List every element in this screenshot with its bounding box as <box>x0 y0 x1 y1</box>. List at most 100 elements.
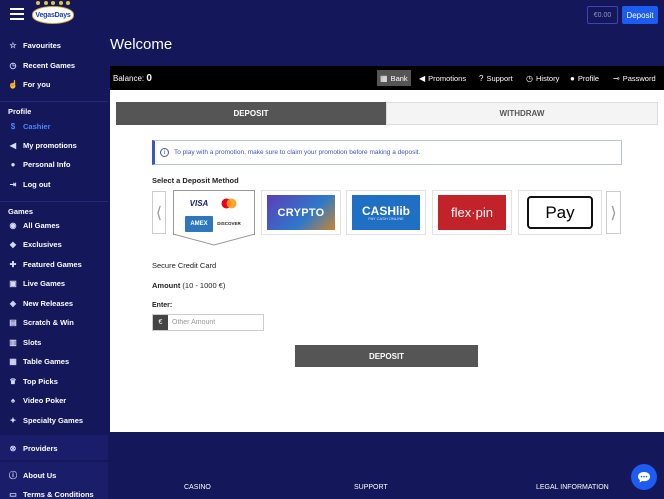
nav-history[interactable]: ◷ History <box>523 70 562 86</box>
deposit-submit-button[interactable]: DEPOSIT <box>295 345 478 367</box>
sidebar-item-label: New Releases <box>23 298 74 308</box>
user-icon: ● <box>10 159 16 169</box>
crypto-logo: CRYPTO <box>267 195 335 230</box>
site-logo[interactable]: VegasDays <box>32 1 74 25</box>
sidebar-item-scratch-win[interactable]: ▤ Scratch & Win <box>0 313 108 331</box>
sidebar-item-label: Specialty Games <box>23 415 84 425</box>
sidebar-item-label: My promotions <box>23 140 77 150</box>
logo-text: VegasDays <box>35 11 71 19</box>
sidebar-item-terms[interactable]: ▭ Terms & Conditions <box>0 485 108 499</box>
scratch-icon: ▤ <box>9 317 17 327</box>
sidebar-item-video-poker[interactable]: ♠ Video Poker <box>0 391 108 409</box>
nav-label: History <box>535 73 560 83</box>
info-icon: i <box>160 148 169 157</box>
header-deposit-button[interactable]: Deposit <box>622 6 658 24</box>
sidebar-item-cashier[interactable]: $ Cashier <box>0 117 108 135</box>
nav-profile[interactable]: ● Profile <box>567 70 602 86</box>
sidebar-item-label: Top Picks <box>23 376 58 386</box>
selected-method-pointer <box>173 234 255 246</box>
nav-support[interactable]: ? Support <box>476 70 516 86</box>
dollar-icon: $ <box>10 121 16 131</box>
sidebar-item-exclusives[interactable]: ◆ Exclusives <box>0 235 108 253</box>
puzzle-icon: ✚ <box>9 259 17 269</box>
sidebar-item-top-picks[interactable]: ♛ Top Picks <box>0 372 108 390</box>
header-balance-pill[interactable]: €0.00 <box>587 6 618 24</box>
specialty-icon: ✦ <box>9 415 17 425</box>
sidebar-item-live-games[interactable]: ▣ Live Games <box>0 274 108 292</box>
sidebar-item-label: Terms & Conditions <box>23 489 94 499</box>
sidebar-item-label: Live Games <box>23 278 66 288</box>
method-flexepin[interactable]: flex·pin <box>432 190 512 235</box>
method-crypto[interactable]: CRYPTO <box>261 190 341 235</box>
sidebar-heading-profile: Profile <box>8 107 32 116</box>
megaphone-icon: ◀ <box>9 140 17 150</box>
document-icon: ▭ <box>9 489 17 499</box>
chevron-right-icon: ⟩ <box>610 204 617 222</box>
table-icon: ▦ <box>9 356 17 366</box>
sidebar-item-favourites[interactable]: ☆ Favourites <box>0 36 108 54</box>
method-credit-card[interactable]: VISA AMEX DISCOVER <box>173 190 255 235</box>
currency-symbol: € <box>153 315 168 330</box>
sidebar-item-label: Scratch & Win <box>23 317 74 327</box>
history-icon: ◷ <box>526 73 533 83</box>
deposit-method-title: Select a Deposit Method <box>152 176 239 185</box>
discover-logo: DISCOVER <box>215 216 243 232</box>
method-apple-pay[interactable]: Pay <box>518 190 602 235</box>
apple-pay-logo: Pay <box>527 196 593 229</box>
question-icon: ? <box>479 73 484 83</box>
sidebar-item-label: For you <box>23 79 51 89</box>
apple-pay-text: Pay <box>545 202 575 222</box>
hamburger-menu-icon[interactable] <box>10 8 24 20</box>
method-cashlib[interactable]: CASHlib PAY CASH ONLINE <box>346 190 426 235</box>
poker-icon: ♠ <box>10 395 16 405</box>
sidebar-item-about-us[interactable]: ⓘ About Us <box>0 466 108 484</box>
sidebar-item-my-promotions[interactable]: ◀ My promotions <box>0 136 108 154</box>
sidebar-item-slots[interactable]: ▥ Slots <box>0 333 108 351</box>
sidebar-item-label: Video Poker <box>23 395 67 405</box>
sidebar-item-label: Slots <box>23 337 42 347</box>
tab-deposit[interactable]: DEPOSIT <box>116 102 386 125</box>
amount-label-text: Amount <box>152 281 181 290</box>
sidebar-item-recent-games[interactable]: ◷ Recent Games <box>0 56 108 74</box>
page-title: Welcome <box>110 36 173 53</box>
sidebar-item-featured-games[interactable]: ✚ Featured Games <box>0 255 108 273</box>
sidebar-item-providers[interactable]: ⊗ Providers <box>0 439 108 457</box>
sidebar-item-label: Favourites <box>23 40 61 50</box>
top-bar: VegasDays €0.00 Deposit <box>0 0 664 31</box>
tab-withdraw[interactable]: WITHDRAW <box>386 102 658 125</box>
sidebar-divider <box>0 201 108 202</box>
enter-label: Enter: <box>152 302 173 309</box>
sidebar-item-for-you[interactable]: ☝ For you <box>0 75 108 93</box>
footer-support[interactable]: SUPPORT <box>354 484 388 491</box>
sidebar-item-personal-info[interactable]: ● Personal Info <box>0 155 108 173</box>
cards-icon: ▣ <box>9 278 17 288</box>
amount-label: Amount (10 - 1000 €) <box>152 281 225 290</box>
sidebar-item-new-releases[interactable]: ◈ New Releases <box>0 294 108 312</box>
nav-label: Support <box>486 73 513 83</box>
chat-button[interactable] <box>631 464 657 490</box>
balance-display: Balance: 0 <box>113 73 152 84</box>
other-amount-input[interactable] <box>168 315 263 330</box>
methods-next-arrow[interactable]: ⟩ <box>606 191 621 234</box>
account-navbar: Balance: 0 ▦ Bank ◀ Promotions ? Support ◷ H… <box>110 66 664 90</box>
nav-bank[interactable]: ▦ Bank <box>377 70 411 86</box>
amex-logo: AMEX <box>185 216 213 232</box>
methods-prev-arrow[interactable]: ⟨ <box>152 191 166 234</box>
sidebar-item-specialty-games[interactable]: ✦ Specialty Games <box>0 411 108 429</box>
footer-casino[interactable]: CASINO <box>184 484 211 491</box>
sidebar-item-table-games[interactable]: ▦ Table Games <box>0 352 108 370</box>
nav-label: Password <box>622 73 656 83</box>
sidebar-item-label: All Games <box>23 220 60 230</box>
nav-password[interactable]: ⊸ Password <box>610 70 659 86</box>
sidebar-item-all-games[interactable]: ◉ All Games <box>0 216 108 234</box>
clock-icon: ◷ <box>9 60 17 70</box>
sidebar-item-label: About Us <box>23 470 57 480</box>
sidebar-item-label: Personal Info <box>23 159 71 169</box>
thumbs-up-icon: ☝ <box>8 79 18 89</box>
visa-logo: VISA <box>185 193 213 214</box>
flexepin-logo: flex·pin <box>438 195 506 230</box>
sidebar-item-log-out[interactable]: ⇥ Log out <box>0 175 108 193</box>
nav-promotions[interactable]: ◀ Promotions <box>416 70 469 86</box>
footer-legal[interactable]: LEGAL INFORMATION <box>536 484 609 491</box>
key-icon: ⊸ <box>613 73 620 83</box>
